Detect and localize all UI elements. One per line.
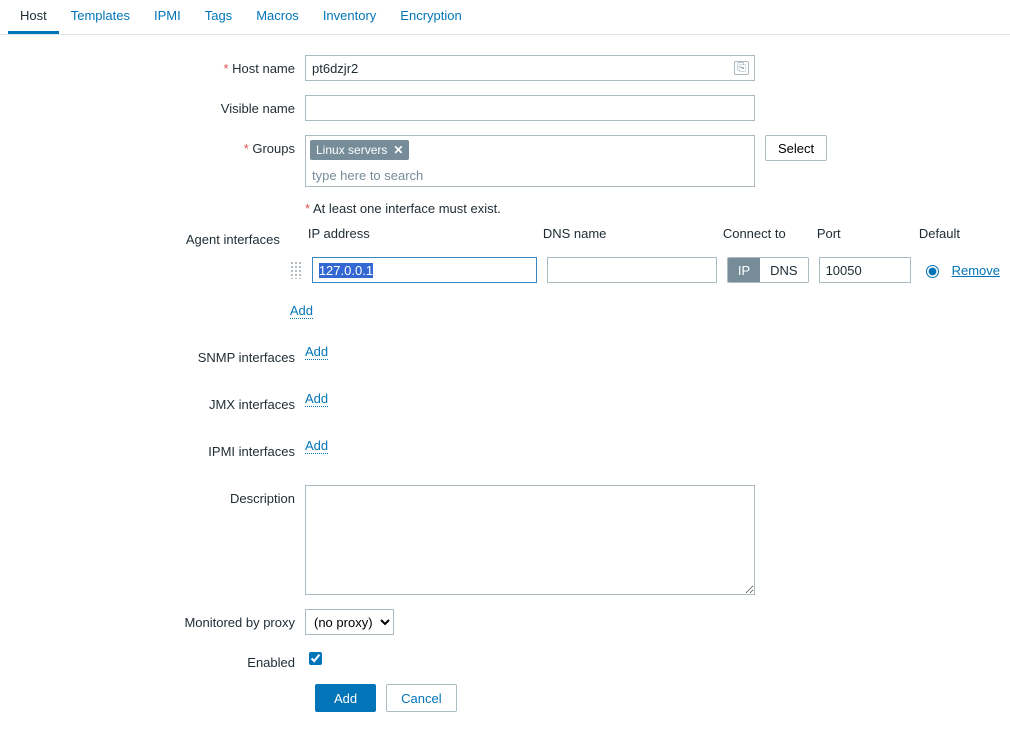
groups-search-input[interactable] <box>310 164 750 186</box>
group-chip-label: Linux servers <box>316 143 387 157</box>
ipmi-add-link[interactable]: Add <box>305 438 328 454</box>
group-chip-remove-icon[interactable]: ✕ <box>393 143 403 157</box>
label-snmp-interfaces: SNMP interfaces <box>10 344 305 365</box>
label-groups: * Groups <box>10 135 305 156</box>
interface-header: IP address DNS name Connect to Port Defa… <box>290 226 960 241</box>
tab-ipmi[interactable]: IPMI <box>142 0 193 34</box>
autofill-icon: ⎘ <box>734 61 749 75</box>
agent-add-link[interactable]: Add <box>290 303 313 319</box>
host-form: * Host name ⎘ Visible name * Groups Linu… <box>0 35 1010 752</box>
col-default: Default <box>919 226 960 241</box>
agent-default-radio[interactable] <box>926 265 939 278</box>
groups-select-button[interactable]: Select <box>765 135 827 161</box>
col-connect-to: Connect to <box>723 226 807 241</box>
tab-templates[interactable]: Templates <box>59 0 142 34</box>
label-host-name: * Host name <box>10 55 305 76</box>
proxy-select[interactable]: (no proxy) <box>305 609 394 635</box>
drag-handle-icon[interactable] <box>290 261 302 279</box>
tab-macros[interactable]: Macros <box>244 0 311 34</box>
agent-ip-input[interactable] <box>312 257 537 283</box>
label-agent-interfaces: Agent interfaces <box>10 226 290 247</box>
agent-dns-input[interactable] <box>547 257 717 283</box>
connect-ip-toggle[interactable]: IP <box>728 258 760 282</box>
hostname-input[interactable] <box>305 55 755 81</box>
agent-port-input[interactable] <box>819 257 911 283</box>
label-description: Description <box>10 485 305 506</box>
submit-add-button[interactable]: Add <box>315 684 376 712</box>
tab-tags[interactable]: Tags <box>193 0 244 34</box>
connect-dns-toggle[interactable]: DNS <box>760 258 807 282</box>
tab-host[interactable]: Host <box>8 0 59 34</box>
group-chip: Linux servers ✕ <box>310 140 409 160</box>
visible-name-input[interactable] <box>305 95 755 121</box>
tab-inventory[interactable]: Inventory <box>311 0 388 34</box>
label-jmx-interfaces: JMX interfaces <box>10 391 305 412</box>
label-visible-name: Visible name <box>10 95 305 116</box>
tabs: Host Templates IPMI Tags Macros Inventor… <box>0 0 1010 35</box>
label-ipmi-interfaces: IPMI interfaces <box>10 438 305 459</box>
cancel-button[interactable]: Cancel <box>386 684 456 712</box>
tab-encryption[interactable]: Encryption <box>388 0 473 34</box>
jmx-add-link[interactable]: Add <box>305 391 328 407</box>
agent-interface-row: IP DNS Remove <box>290 257 1000 283</box>
agent-remove-link[interactable]: Remove <box>952 263 1000 278</box>
snmp-add-link[interactable]: Add <box>305 344 328 360</box>
label-monitored-by-proxy: Monitored by proxy <box>10 609 305 630</box>
description-textarea[interactable] <box>305 485 755 595</box>
label-enabled: Enabled <box>10 649 305 670</box>
interface-required-hint: * At least one interface must exist. <box>305 201 501 216</box>
col-dns-name: DNS name <box>543 226 713 241</box>
groups-multiselect[interactable]: Linux servers ✕ <box>305 135 755 187</box>
connect-to-toggle: IP DNS <box>727 257 809 283</box>
col-port: Port <box>817 226 909 241</box>
enabled-checkbox[interactable] <box>309 652 322 665</box>
col-ip-address: IP address <box>308 226 533 241</box>
